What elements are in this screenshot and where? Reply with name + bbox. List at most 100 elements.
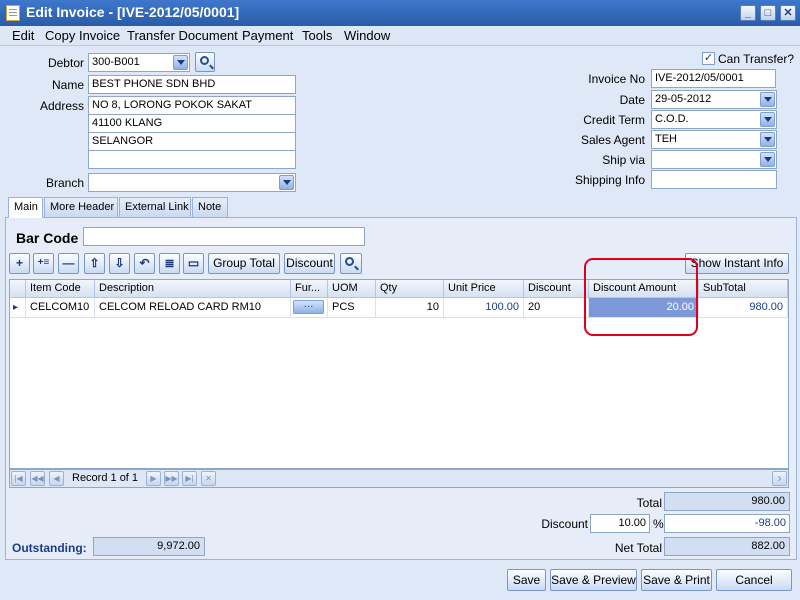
cell-qty[interactable]: 10 xyxy=(376,298,444,318)
column-header-discount[interactable]: Discount xyxy=(524,280,589,298)
undo-button[interactable]: ↶ xyxy=(134,253,155,274)
first-record-icon[interactable]: |◀ xyxy=(11,471,26,486)
menu-edit[interactable]: Edit xyxy=(12,28,34,43)
insert-row-icon: +≡ xyxy=(37,257,50,268)
delete-row-button[interactable]: — xyxy=(58,253,79,274)
sales-agent-combo[interactable]: TEH xyxy=(651,130,777,149)
save-button[interactable]: Save xyxy=(507,569,546,591)
cancel-edit-icon[interactable]: ✕ xyxy=(201,471,216,486)
column-header-description[interactable]: Description xyxy=(95,280,291,298)
ship-via-combo[interactable] xyxy=(651,150,777,169)
menu-transfer-document[interactable]: Transfer Document xyxy=(127,28,238,43)
next-page-icon[interactable]: ▶▶ xyxy=(164,471,179,486)
scroll-right-icon[interactable]: › xyxy=(772,471,787,486)
cell-subtotal[interactable]: 980.00 xyxy=(699,298,788,318)
can-transfer-checkbox[interactable]: ✓ xyxy=(702,52,715,65)
barcode-input[interactable] xyxy=(83,227,365,246)
column-header-unit-price[interactable]: Unit Price xyxy=(444,280,524,298)
window-title: Edit Invoice - [IVE-2012/05/0001] xyxy=(26,4,240,20)
column-header-uom[interactable]: UOM xyxy=(328,280,376,298)
grid-indicator-header xyxy=(10,280,26,298)
chevron-down-icon[interactable] xyxy=(173,55,188,70)
title-bar: Edit Invoice - [IVE-2012/05/0001] _ □ ✕ xyxy=(0,0,800,26)
insert-row-button[interactable]: +≡ xyxy=(33,253,54,274)
cell-description[interactable]: CELCOM RELOAD CARD RM10 xyxy=(95,298,291,318)
discount-percent-input[interactable]: 10.00 xyxy=(590,514,650,533)
column-header-further-description[interactable]: Fur... xyxy=(291,280,328,298)
find-button[interactable] xyxy=(340,253,362,274)
branch-combo[interactable] xyxy=(88,173,296,192)
credit-term-label: Credit Term xyxy=(583,113,645,127)
detail-icon: ▭ xyxy=(187,256,200,270)
address-label: Address xyxy=(39,99,84,113)
menu-window[interactable]: Window xyxy=(344,28,390,43)
record-navigator: |◀ ◀◀ ◀ Record 1 of 1 ▶ ▶▶ ▶| ✕ › xyxy=(9,469,789,488)
tab-external-link[interactable]: External Link xyxy=(119,197,191,217)
tab-main[interactable]: Main xyxy=(8,197,43,218)
debtor-combo[interactable]: 300-B001 xyxy=(88,53,190,72)
cell-item-code[interactable]: CELCOM10 xyxy=(26,298,95,318)
address-line-3[interactable]: SELANGOR xyxy=(88,132,296,151)
cell-uom[interactable]: PCS xyxy=(328,298,376,318)
move-down-button[interactable]: ⇩ xyxy=(109,253,130,274)
cell-further-description[interactable]: ··· xyxy=(291,298,328,318)
chevron-down-icon[interactable] xyxy=(760,132,775,147)
undo-icon: ↶ xyxy=(139,256,150,270)
discount-button[interactable]: Discount xyxy=(284,253,335,274)
debtor-search-button[interactable] xyxy=(195,52,215,72)
group-total-button[interactable]: Group Total xyxy=(208,253,280,274)
credit-term-combo[interactable]: C.O.D. xyxy=(651,110,777,129)
tab-more-header[interactable]: More Header xyxy=(44,197,118,217)
address-line-2[interactable]: 41100 KLANG xyxy=(88,114,296,133)
list-icon: ≣ xyxy=(164,256,175,270)
percent-sign: % xyxy=(653,517,664,531)
date-label: Date xyxy=(619,93,645,107)
cancel-button[interactable]: Cancel xyxy=(716,569,792,591)
subtotal-row-button[interactable]: ≣ xyxy=(159,253,180,274)
address-line-4[interactable] xyxy=(88,150,296,169)
tab-note[interactable]: Note xyxy=(192,197,228,217)
column-header-item-code[interactable]: Item Code xyxy=(26,280,95,298)
cell-unit-price[interactable]: 100.00 xyxy=(444,298,524,318)
previous-record-icon[interactable]: ◀ xyxy=(49,471,64,486)
ellipsis-button[interactable]: ··· xyxy=(293,300,324,314)
discount-amount-total[interactable]: -98.00 xyxy=(664,514,790,533)
minus-icon: — xyxy=(62,256,75,270)
detail-button[interactable]: ▭ xyxy=(183,253,204,274)
column-header-subtotal[interactable]: SubTotal xyxy=(699,280,788,298)
date-combo[interactable]: 29-05-2012 xyxy=(651,90,777,109)
record-count: Record 1 of 1 xyxy=(72,472,139,484)
move-up-button[interactable]: ⇧ xyxy=(84,253,105,274)
chevron-down-icon[interactable] xyxy=(760,112,775,127)
search-icon xyxy=(345,257,354,266)
chevron-down-icon[interactable] xyxy=(760,92,775,107)
total-discount-label: Discount xyxy=(541,517,588,531)
menu-tools[interactable]: Tools xyxy=(302,28,332,43)
cell-discount[interactable]: 20 xyxy=(524,298,589,318)
previous-page-icon[interactable]: ◀◀ xyxy=(30,471,45,486)
column-header-qty[interactable]: Qty xyxy=(376,280,444,298)
save-preview-button[interactable]: Save & Preview xyxy=(550,569,637,591)
sales-agent-label: Sales Agent xyxy=(580,133,645,147)
address-line-1[interactable]: NO 8, LORONG POKOK SAKAT xyxy=(88,96,296,115)
menu-payment[interactable]: Payment xyxy=(242,28,293,43)
last-record-icon[interactable]: ▶| xyxy=(182,471,197,486)
credit-term-value: C.O.D. xyxy=(655,113,689,125)
plus-icon: + xyxy=(15,256,23,270)
name-field[interactable]: BEST PHONE SDN BHD xyxy=(88,75,296,94)
menu-copy-invoice[interactable]: Copy Invoice xyxy=(45,28,120,43)
shipping-info-field[interactable] xyxy=(651,170,777,189)
next-record-icon[interactable]: ▶ xyxy=(146,471,161,486)
chevron-down-icon[interactable] xyxy=(279,175,294,190)
invoice-no-label: Invoice No xyxy=(588,72,645,86)
invoice-no-field[interactable]: IVE-2012/05/0001 xyxy=(651,69,776,88)
discount-amount-highlight xyxy=(584,258,698,336)
chevron-down-icon[interactable] xyxy=(760,152,775,167)
net-total-value: 882.00 xyxy=(664,537,790,556)
minimize-button[interactable]: _ xyxy=(740,5,756,21)
add-row-button[interactable]: + xyxy=(9,253,30,274)
maximize-button[interactable]: □ xyxy=(760,5,776,21)
save-print-button[interactable]: Save & Print xyxy=(641,569,712,591)
close-button[interactable]: ✕ xyxy=(780,5,796,21)
show-instant-info-button[interactable]: Show Instant Info xyxy=(685,253,789,274)
